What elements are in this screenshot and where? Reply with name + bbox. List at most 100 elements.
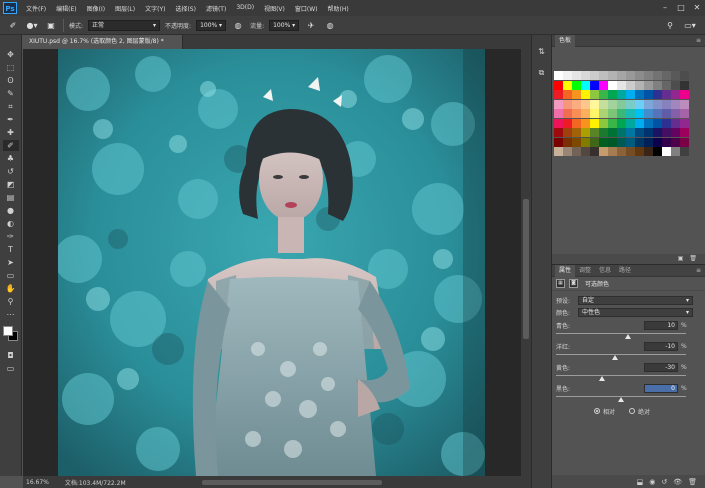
color-swatch[interactable] <box>626 80 635 90</box>
pressure-opacity-icon[interactable]: ◍ <box>231 19 245 32</box>
color-swatch[interactable] <box>644 80 653 90</box>
layer-mask-icon[interactable]: ◙ <box>569 279 578 288</box>
color-swatch[interactable] <box>626 147 635 156</box>
properties-tab[interactable]: 路径 <box>615 265 635 277</box>
slider-track[interactable] <box>556 354 686 355</box>
maximize-button[interactable]: □ <box>673 0 689 16</box>
color-swatch[interactable] <box>662 99 671 109</box>
color-swatch[interactable] <box>563 147 572 156</box>
crop-tool[interactable]: ⌗ <box>3 101 19 112</box>
color-swatch[interactable] <box>554 137 563 147</box>
color-swatch[interactable] <box>554 90 563 99</box>
color-swatch[interactable] <box>680 109 689 118</box>
color-swatch[interactable] <box>572 90 581 99</box>
color-swatch[interactable] <box>626 90 635 99</box>
color-swatch[interactable] <box>608 71 617 80</box>
color-swatch[interactable] <box>617 147 626 156</box>
color-swatch[interactable] <box>644 147 653 156</box>
colors-select[interactable]: 中性色 ▾ <box>578 307 693 317</box>
color-swatch[interactable] <box>563 118 572 128</box>
color-swatch[interactable] <box>554 109 563 118</box>
hand-tool[interactable]: ✋ <box>3 283 19 294</box>
color-swatch[interactable] <box>644 90 653 99</box>
more-tools[interactable]: ⋯ <box>3 309 19 320</box>
color-swatch[interactable] <box>635 109 644 118</box>
color-swatch[interactable] <box>635 137 644 147</box>
color-swatch[interactable] <box>635 71 644 80</box>
color-swatch[interactable] <box>653 128 662 137</box>
color-swatch[interactable] <box>590 137 599 147</box>
color-swatch[interactable] <box>590 99 599 109</box>
color-swatch[interactable] <box>572 109 581 118</box>
search-icon[interactable]: ⚲ <box>663 19 677 32</box>
color-swatch[interactable] <box>581 137 590 147</box>
color-swatch[interactable] <box>563 137 572 147</box>
color-swatch[interactable] <box>554 128 563 137</box>
menu-item[interactable]: 文件(F) <box>21 4 51 13</box>
marquee-tool[interactable]: ⬚ <box>3 62 19 73</box>
color-swatch[interactable] <box>644 137 653 147</box>
color-swatch[interactable] <box>617 71 626 80</box>
color-swatch[interactable] <box>581 109 590 118</box>
menu-item[interactable]: 选择(S) <box>170 4 201 13</box>
history-brush-tool[interactable]: ↺ <box>3 166 19 177</box>
color-swatch[interactable] <box>608 137 617 147</box>
color-swatch[interactable] <box>581 128 590 137</box>
reset-icon[interactable]: ↺ <box>661 478 667 486</box>
slider-track[interactable] <box>556 375 686 376</box>
color-swatch[interactable] <box>671 109 680 118</box>
new-swatch-icon[interactable]: ▣ <box>678 254 684 264</box>
gradient-tool[interactable]: ▤ <box>3 192 19 203</box>
horizontal-scrollbar-thumb[interactable] <box>201 479 382 485</box>
color-swatch[interactable] <box>599 137 608 147</box>
color-swatch[interactable] <box>671 71 680 80</box>
color-swatch[interactable] <box>680 90 689 99</box>
healing-brush-tool[interactable]: ✚ <box>3 127 19 138</box>
color-swatch[interactable] <box>617 109 626 118</box>
menu-item[interactable]: 滤镜(T) <box>201 4 231 13</box>
screen-mode-icon[interactable]: ▭ <box>3 363 19 374</box>
color-swatch[interactable] <box>581 71 590 80</box>
move-tool[interactable]: ✥ <box>3 49 19 60</box>
color-swatch[interactable] <box>599 147 608 156</box>
shape-tool[interactable]: ▭ <box>3 270 19 281</box>
color-swatch[interactable] <box>671 80 680 90</box>
color-swatch[interactable] <box>572 128 581 137</box>
menu-item[interactable]: 编辑(E) <box>51 4 81 13</box>
color-swatch[interactable] <box>662 137 671 147</box>
workspace-icon[interactable]: ▭▾ <box>683 19 697 32</box>
menu-item[interactable]: 图层(L) <box>110 4 140 13</box>
color-swatch[interactable] <box>653 118 662 128</box>
close-button[interactable]: ✕ <box>689 0 705 16</box>
slider-value-input[interactable]: -30 <box>644 363 678 372</box>
color-swatch[interactable] <box>662 80 671 90</box>
brush-preset-icon[interactable]: ✐ <box>6 19 20 32</box>
color-swatch[interactable] <box>671 90 680 99</box>
color-swatch[interactable] <box>644 109 653 118</box>
color-swatch[interactable] <box>599 128 608 137</box>
foreground-color-swatch[interactable] <box>2 326 13 336</box>
brush-size-picker-icon[interactable]: ●▾ <box>25 19 39 32</box>
color-swatch[interactable] <box>581 118 590 128</box>
color-swatch[interactable] <box>626 137 635 147</box>
menu-item[interactable]: 3D(D) <box>231 4 259 13</box>
color-swatch[interactable] <box>590 118 599 128</box>
color-swatch[interactable] <box>617 118 626 128</box>
color-swatch[interactable] <box>680 128 689 137</box>
color-swatch[interactable] <box>671 118 680 128</box>
pen-tool[interactable]: ✑ <box>3 231 19 242</box>
flow-field[interactable]: 100% ▾ <box>269 19 300 31</box>
color-swatch[interactable] <box>662 109 671 118</box>
path-select-tool[interactable]: ➤ <box>3 257 19 268</box>
color-swatch[interactable] <box>554 147 563 156</box>
color-swatch[interactable] <box>572 118 581 128</box>
color-swatch[interactable] <box>599 109 608 118</box>
color-swatch[interactable] <box>617 137 626 147</box>
menu-item[interactable]: 图像(I) <box>82 4 110 13</box>
panel-menu-icon[interactable]: ≡ <box>696 267 705 274</box>
color-swatch[interactable] <box>554 71 563 80</box>
color-swatch[interactable] <box>644 71 653 80</box>
trash-icon[interactable]: 🗑 <box>689 254 697 264</box>
color-swatch[interactable] <box>608 109 617 118</box>
color-swatch[interactable] <box>617 80 626 90</box>
